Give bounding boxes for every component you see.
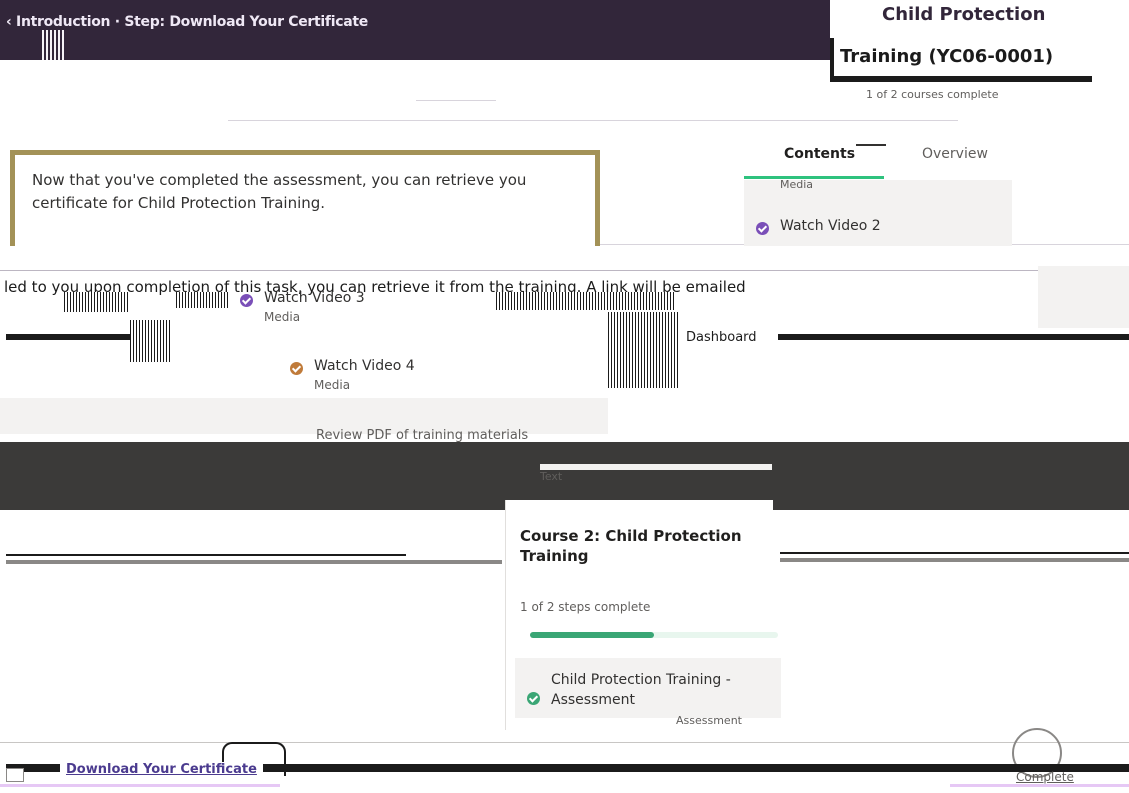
training-title-fragment: Child Protection — [882, 4, 1046, 25]
render-artifact — [176, 292, 230, 308]
completion-message-card: Now that you've completed the assessment… — [10, 150, 600, 246]
render-artifact-band — [0, 548, 1129, 572]
checkbox-icon[interactable] — [6, 768, 24, 782]
render-artifact — [6, 334, 130, 340]
step-type-label: Media — [780, 178, 814, 191]
breadcrumb[interactable]: ‹ Introduction · Step: Download Your Cer… — [6, 14, 368, 30]
tab-contents[interactable]: Contents — [784, 146, 855, 162]
training-progress-caption: 1 of 2 courses complete — [866, 88, 999, 101]
render-artifact — [496, 292, 676, 310]
course-progress-fill — [530, 632, 654, 638]
step-type: Media — [264, 310, 301, 324]
render-artifact — [778, 334, 1129, 340]
top-header-bar: ‹ Introduction · Step: Download Your Cer… — [0, 0, 868, 60]
divider — [416, 100, 496, 101]
download-certificate-button[interactable]: Download Your Certificate — [60, 762, 263, 777]
assessment-step[interactable]: Child Protection Training - Assessment — [515, 658, 781, 718]
tab-active-indicator — [744, 176, 884, 179]
check-circle-icon — [290, 362, 303, 375]
check-circle-icon — [240, 294, 253, 307]
tab-divider — [856, 144, 886, 146]
course-steps-complete: 1 of 2 steps complete — [520, 600, 651, 614]
step-type: Assessment — [676, 714, 742, 727]
divider — [228, 120, 958, 121]
check-circle-icon — [756, 222, 769, 235]
step-name: Watch Video 2 — [780, 218, 881, 234]
render-artifact — [130, 320, 172, 362]
tab-overview[interactable]: Overview — [922, 146, 988, 162]
divider — [0, 742, 1129, 743]
sidebar-tabs: Contents Overview — [744, 136, 1014, 180]
accent-rule — [0, 784, 280, 787]
side-panel-fragment — [1038, 266, 1129, 328]
divider — [0, 270, 1129, 271]
check-circle-icon — [527, 692, 540, 705]
render-artifact — [608, 312, 678, 388]
render-artifact — [64, 292, 128, 312]
step-review-pdf[interactable]: Review PDF of training materials — [316, 428, 528, 443]
complete-link[interactable]: Complete — [1016, 770, 1074, 784]
contents-panel: Media Watch Video 2 — [744, 178, 1012, 246]
header-glitch-stripe — [42, 30, 66, 60]
training-title: Training (YC06-0001) — [840, 46, 1054, 67]
step-type: Media — [314, 378, 351, 392]
step-name: Watch Video 4 — [314, 358, 415, 374]
accent-rule — [950, 784, 1129, 787]
step-type-text: Text — [540, 470, 563, 483]
training-title-block: Child Protection Training (YC06-0001) — [830, 0, 1129, 82]
course-progress-bar — [530, 632, 778, 638]
step-name: Child Protection Training - Assessment — [551, 672, 731, 708]
step-name: Watch Video 3 — [264, 290, 365, 306]
render-artifact — [540, 464, 772, 470]
training-title-frame: Training (YC06-0001) — [830, 38, 1092, 82]
completion-message: Now that you've completed the assessment… — [32, 171, 527, 212]
dashboard-link[interactable]: Dashboard — [684, 330, 759, 345]
